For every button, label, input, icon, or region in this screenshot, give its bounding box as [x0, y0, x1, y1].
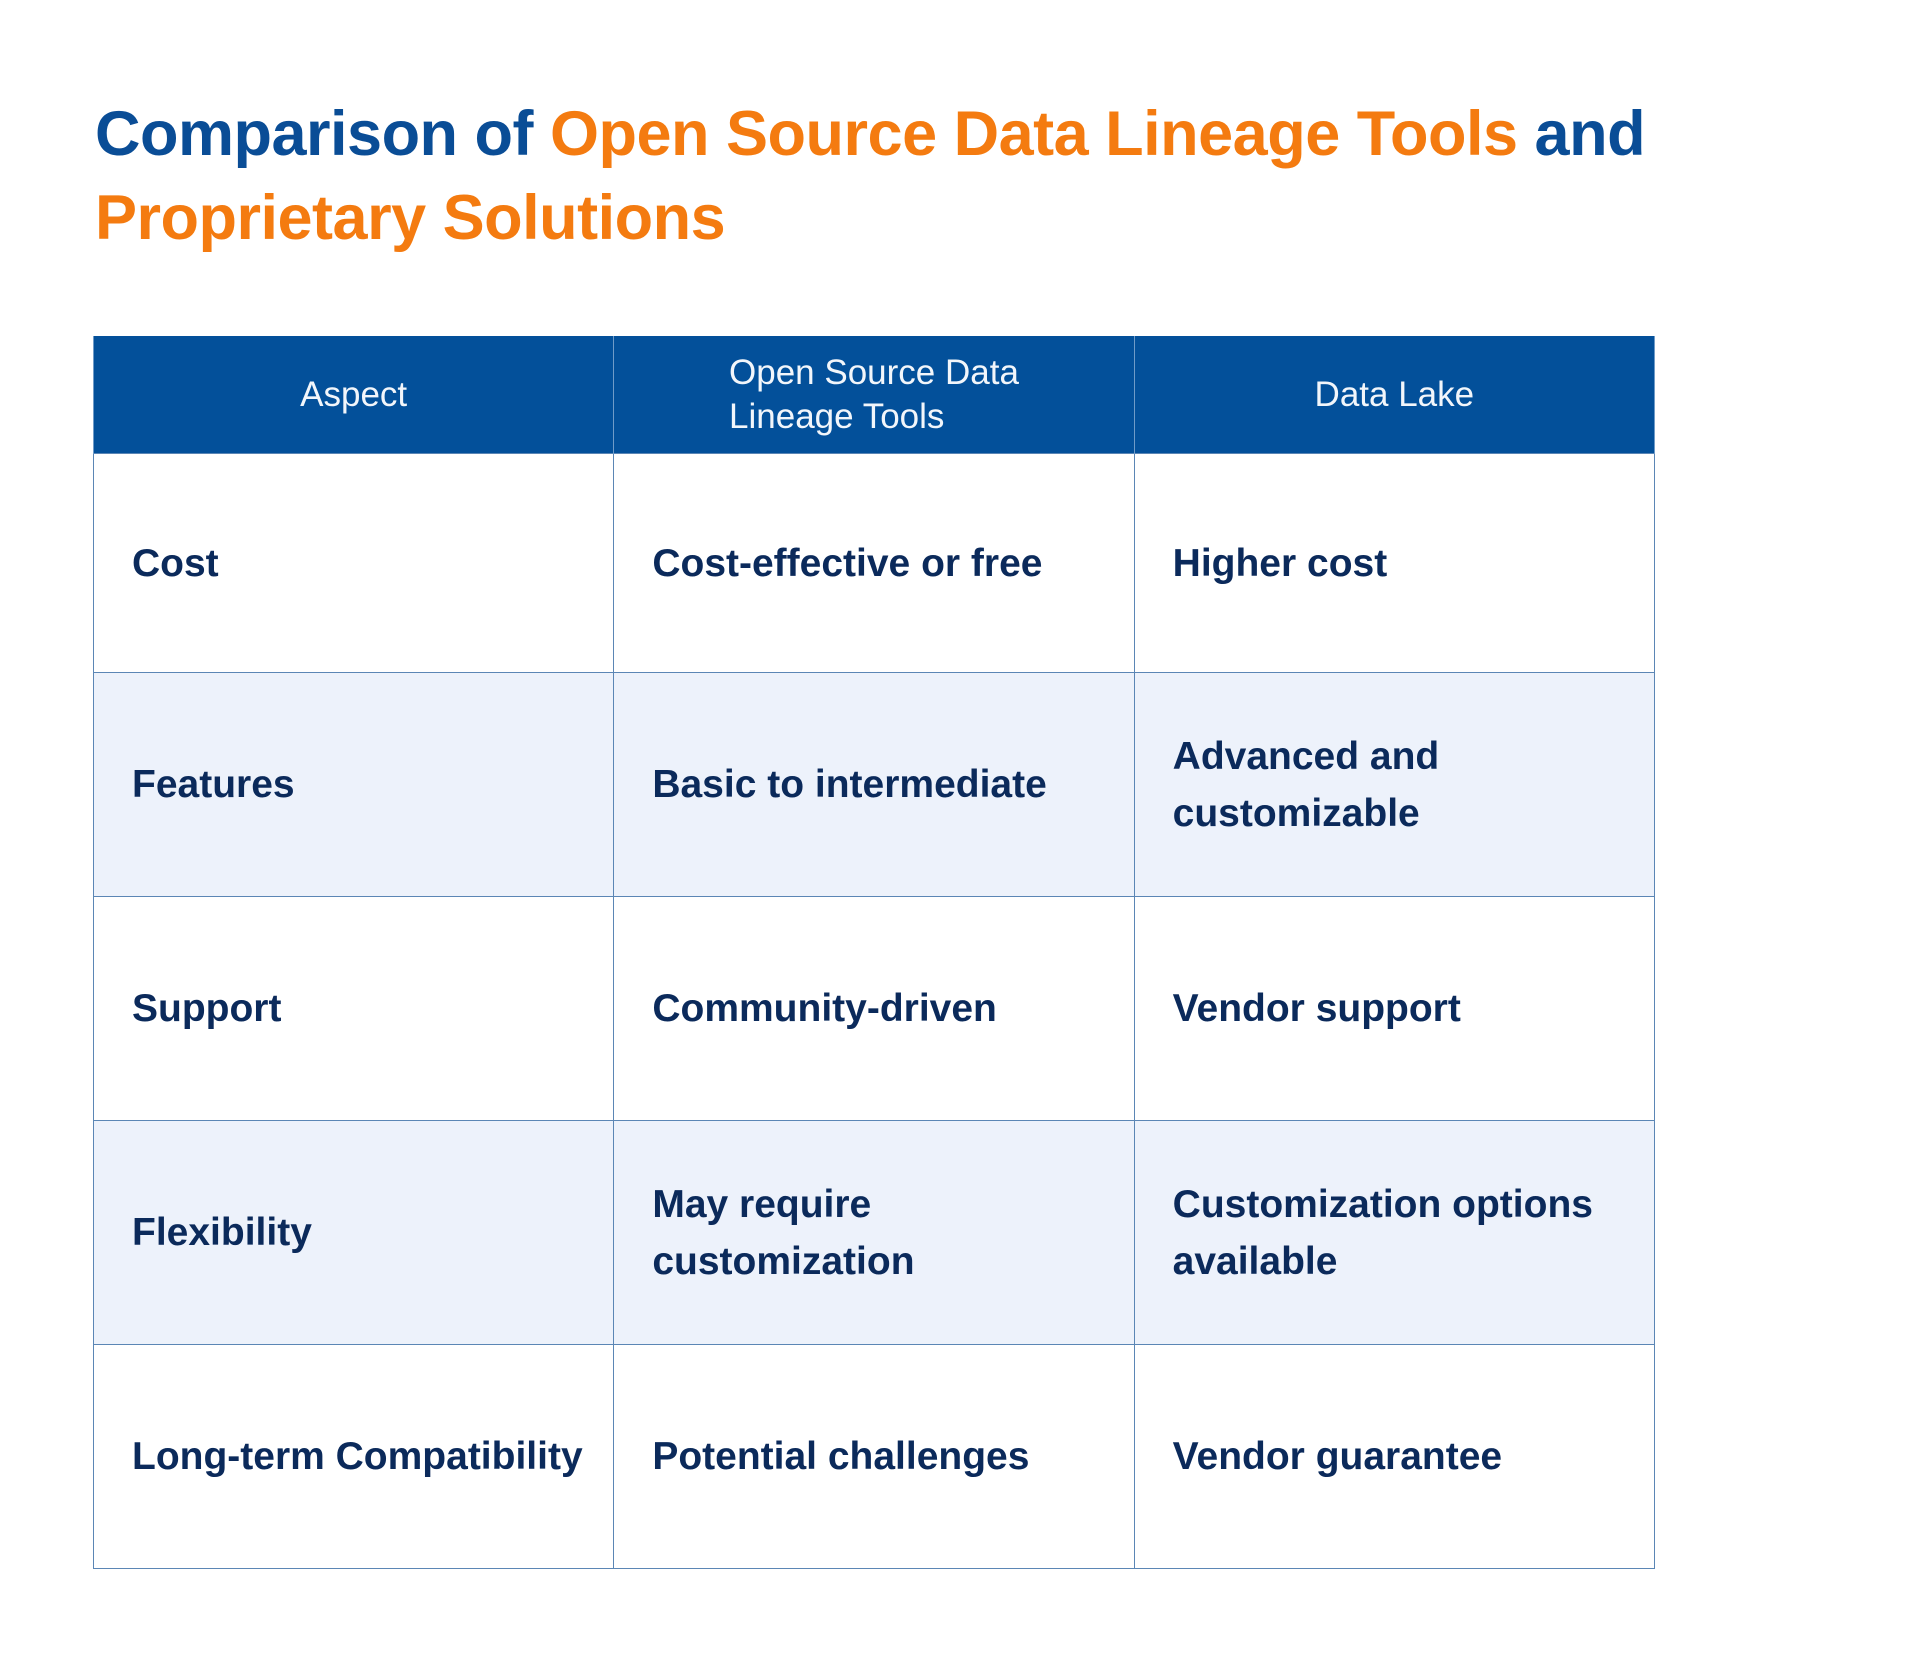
cell-data-lake: Advanced and customizable	[1133, 672, 1656, 897]
cell-aspect: Support	[92, 896, 615, 1121]
title-part-1: Comparison of	[95, 99, 551, 169]
page-title: Comparison of Open Source Data Lineage T…	[95, 92, 1855, 260]
cell-open-source: Cost-effective or free	[613, 453, 1135, 673]
cell-open-source: Community-driven	[613, 896, 1135, 1121]
header-aspect: Aspect	[92, 336, 615, 454]
header-open-source-line-1: Open Source Data	[729, 352, 1019, 392]
table-row: Long-term Compatibility Potential challe…	[92, 1344, 1656, 1569]
title-part-open-source: Open Source Data Lineage Tools	[550, 99, 1518, 169]
cell-aspect: Features	[92, 672, 615, 897]
table-row: Features Basic to intermediate Advanced …	[92, 672, 1656, 897]
header-open-source: Open Source Data Lineage Tools	[613, 336, 1135, 454]
cell-aspect: Long-term Compatibility	[92, 1344, 615, 1569]
table-row: Flexibility May require customization Cu…	[92, 1120, 1656, 1345]
table-row: Support Community-driven Vendor support	[92, 896, 1656, 1121]
title-part-proprietary: Proprietary Solutions	[95, 183, 726, 253]
cell-aspect: Cost	[92, 453, 615, 673]
cell-data-lake: Customization options available	[1133, 1120, 1656, 1345]
table-row: Cost Cost-effective or free Higher cost	[92, 453, 1656, 673]
header-data-lake: Data Lake	[1133, 336, 1656, 454]
cell-data-lake: Vendor guarantee	[1133, 1344, 1656, 1569]
cell-aspect: Flexibility	[92, 1120, 615, 1345]
cell-data-lake: Higher cost	[1133, 453, 1656, 673]
cell-open-source: Basic to intermediate	[613, 672, 1135, 897]
cell-open-source: Potential challenges	[613, 1344, 1135, 1569]
comparison-table: Aspect Open Source Data Lineage Tools Dat…	[92, 336, 1656, 1569]
cell-open-source: May require customization	[613, 1120, 1135, 1345]
header-open-source-line-2: Lineage Tools	[729, 396, 945, 436]
title-part-and: and	[1517, 99, 1646, 169]
cell-data-lake: Vendor support	[1133, 896, 1656, 1121]
table-header-row: Aspect Open Source Data Lineage Tools Dat…	[92, 336, 1656, 454]
